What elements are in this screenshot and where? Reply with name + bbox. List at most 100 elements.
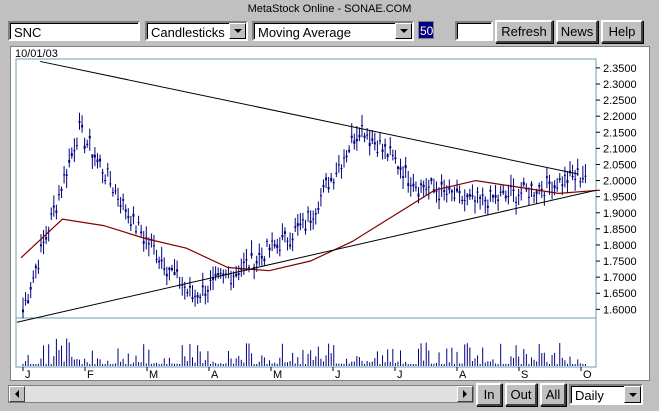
- candle-body: [348, 149, 351, 152]
- candle-body: [476, 191, 479, 193]
- candle-body: [438, 198, 441, 201]
- period-input[interactable]: 50: [418, 21, 434, 39]
- candle-body: [260, 255, 263, 259]
- candle-body: [271, 240, 274, 242]
- candle-body: [258, 252, 261, 255]
- extra-input[interactable]: [455, 21, 493, 41]
- candle-body: [65, 174, 68, 176]
- candle-body: [142, 241, 145, 244]
- candle-body: [389, 146, 392, 149]
- symbol-input[interactable]: SNC: [8, 21, 140, 41]
- candle-body: [314, 213, 317, 215]
- candle-body: [309, 220, 312, 224]
- candle-body: [176, 269, 179, 272]
- candle-body: [230, 283, 233, 285]
- candle-body: [173, 271, 176, 276]
- candle-body: [163, 268, 166, 270]
- candle-body: [273, 244, 276, 247]
- candle-body: [291, 238, 294, 241]
- candle-body: [78, 121, 81, 123]
- candle-body: [140, 231, 143, 234]
- scroll-left-button[interactable]: [9, 386, 25, 402]
- candle-body: [494, 194, 497, 198]
- candle-body: [93, 154, 96, 158]
- horizontal-scrollbar[interactable]: [8, 385, 474, 403]
- candle-body: [191, 296, 194, 300]
- candle-body: [422, 184, 425, 188]
- candle-body: [502, 190, 505, 193]
- y-tick-label: 1.9500: [603, 192, 637, 204]
- chevron-down-icon: [233, 29, 242, 33]
- candle-body: [489, 189, 492, 192]
- x-tick-label: M: [149, 369, 158, 380]
- y-tick-label: 1.8500: [603, 224, 637, 236]
- candle-body: [75, 145, 78, 147]
- candle-body: [319, 195, 322, 197]
- candle-body: [417, 193, 420, 197]
- indicator-dropdown-button[interactable]: [395, 23, 412, 39]
- candle-body: [160, 259, 163, 262]
- candle-body: [214, 273, 217, 277]
- support-trendline: [16, 189, 597, 323]
- candle-body: [294, 226, 297, 228]
- candle-body: [104, 179, 107, 182]
- candle-body: [52, 205, 55, 208]
- indicator-select[interactable]: Moving Average: [252, 21, 414, 41]
- candle-body: [571, 175, 574, 178]
- scroll-right-button[interactable]: [457, 386, 473, 402]
- candle-body: [45, 236, 48, 240]
- y-tick-label: 2.2000: [603, 111, 637, 123]
- candle-body: [263, 258, 266, 261]
- candle-body: [556, 187, 559, 189]
- chart-type-dropdown-button[interactable]: [229, 23, 246, 39]
- candle-body: [50, 213, 53, 215]
- candle-body: [486, 205, 489, 208]
- y-tick-label: 2.0000: [603, 176, 637, 188]
- zoom-out-button[interactable]: Out: [505, 383, 537, 406]
- candle-body: [137, 222, 140, 224]
- candle-body: [60, 188, 63, 191]
- help-button[interactable]: Help: [601, 20, 643, 43]
- candle-body: [538, 185, 541, 187]
- candle-body: [96, 159, 99, 163]
- candle-body: [88, 135, 91, 139]
- zoom-all-button[interactable]: All: [540, 383, 566, 406]
- candle-body: [183, 286, 186, 288]
- candle-body: [55, 210, 58, 213]
- y-tick-label: 2.3500: [603, 63, 637, 75]
- symbol-value: SNC: [14, 25, 42, 40]
- candle-body: [24, 299, 27, 301]
- candle-body: [581, 177, 584, 180]
- refresh-button[interactable]: Refresh: [495, 20, 553, 43]
- candle-body: [325, 177, 328, 181]
- candle-body: [371, 138, 374, 141]
- chart-type-select[interactable]: Candlesticks: [145, 21, 248, 41]
- candle-body: [296, 223, 299, 227]
- interval-dropdown-button[interactable]: [624, 386, 641, 403]
- toolbar: SNC Candlesticks Moving Average 50 Refre…: [0, 18, 659, 44]
- y-tick-label: 2.1500: [603, 127, 637, 139]
- candle-body: [545, 176, 548, 178]
- candle-body: [443, 190, 446, 192]
- zoom-in-button[interactable]: In: [476, 383, 502, 406]
- chart-panel: 10/01/03 1.6000 1.6500 1.7000 1.7500 1.8000 1…: [10, 46, 650, 381]
- candle-body: [363, 135, 366, 139]
- candle-body: [201, 285, 204, 288]
- candle-body: [420, 183, 423, 186]
- candle-body: [204, 293, 207, 296]
- candle-body: [425, 188, 428, 190]
- x-tick-label: J: [397, 369, 403, 380]
- bottom-bar: In Out All Daily: [0, 383, 659, 409]
- candle-body: [345, 155, 348, 158]
- candle-body: [168, 267, 171, 271]
- candle-body: [57, 194, 60, 196]
- chevron-down-icon: [628, 392, 637, 397]
- interval-value: Daily: [575, 388, 604, 403]
- candle-body: [209, 279, 212, 281]
- interval-select[interactable]: Daily: [569, 384, 643, 405]
- candle-body: [558, 178, 561, 180]
- candle-body: [132, 213, 135, 217]
- news-button[interactable]: News: [556, 20, 598, 43]
- candle-body: [543, 195, 546, 197]
- candle-body: [499, 191, 502, 193]
